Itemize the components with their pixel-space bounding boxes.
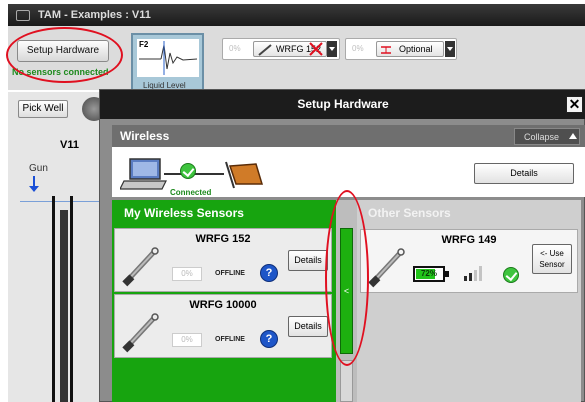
sensor-status: OFFLINE [215, 270, 245, 277]
transfer-right-button[interactable] [340, 360, 353, 402]
app-title-bar: TAM - Examples : V11 [8, 4, 585, 26]
sensor-slot-2[interactable]: 0% Optional [345, 38, 457, 60]
sensor-percent: 0% [172, 333, 202, 347]
gun-label: Gun [29, 163, 48, 174]
other-sensors-title: Other Sensors [368, 206, 451, 220]
sensor-percent: 0% [172, 267, 202, 281]
well-casing-left [52, 196, 55, 402]
sensor-card-wrfg-10000[interactable]: WRFG 10000 0% OFFLINE ? Details [114, 294, 332, 358]
sensor-card-wrfg-149[interactable]: WRFG 149 72% <- Use Sensor [360, 229, 578, 293]
annotation-ring [325, 190, 369, 366]
well-casing-right [70, 196, 73, 402]
liquid-level-tile[interactable]: F2 Liquid Level [131, 33, 204, 93]
my-sensors-title: My Wireless Sensors [124, 206, 244, 220]
probe-icon [368, 248, 405, 288]
well-name: V11 [60, 139, 79, 151]
well-tubing [60, 210, 68, 402]
dropdown-icon[interactable] [327, 41, 337, 57]
chevron-up-icon [569, 133, 577, 139]
probe-icon [258, 44, 272, 56]
sensor-status: OFFLINE [215, 336, 245, 343]
close-icon[interactable]: ✕ [566, 96, 583, 113]
check-icon [180, 163, 196, 179]
sensor-details-button[interactable]: Details [288, 316, 328, 337]
use-sensor-button[interactable]: <- Use Sensor [532, 244, 572, 274]
use-sensor-label-2: Sensor [539, 260, 565, 269]
logo-icon [16, 10, 30, 21]
battery-icon: 72% [413, 266, 449, 282]
probe-icon [122, 313, 159, 353]
dialog-title: Setup Hardware [100, 90, 585, 119]
sensor-slot-1[interactable]: 0% WRFG 152 [222, 38, 340, 60]
disconnected-x-icon [309, 42, 323, 56]
help-icon[interactable]: ? [260, 264, 278, 282]
slot-percent: 0% [352, 44, 364, 53]
depth-line [20, 201, 100, 202]
probe-icon [122, 247, 159, 287]
signal-icon [464, 266, 482, 281]
app-title: TAM - Examples : V11 [38, 9, 151, 21]
antenna-icon [225, 161, 264, 189]
collapse-button[interactable]: Collapse [514, 128, 580, 145]
level-icon [381, 46, 391, 54]
wireless-details-button[interactable]: Details [474, 163, 574, 184]
check-icon [503, 267, 519, 283]
laptop-icon [120, 158, 167, 190]
pick-well-button[interactable]: Pick Well [18, 100, 68, 118]
battery-percent: 72% [420, 269, 437, 278]
collapse-label: Collapse [524, 132, 560, 142]
slot-percent: 0% [229, 44, 241, 53]
sensor-card-wrfg-152[interactable]: WRFG 152 0% OFFLINE ? Details [114, 228, 332, 292]
dropdown-icon[interactable] [445, 41, 455, 57]
annotation-ring [6, 27, 123, 83]
tile-key: F2 [139, 40, 149, 49]
sensor-details-button[interactable]: Details [288, 250, 328, 271]
section-title: Wireless [120, 129, 170, 143]
connected-status: Connected [170, 188, 212, 197]
down-arrow-icon [29, 176, 39, 192]
use-sensor-label-1: <- Use [540, 249, 564, 258]
help-icon[interactable]: ? [260, 330, 278, 348]
